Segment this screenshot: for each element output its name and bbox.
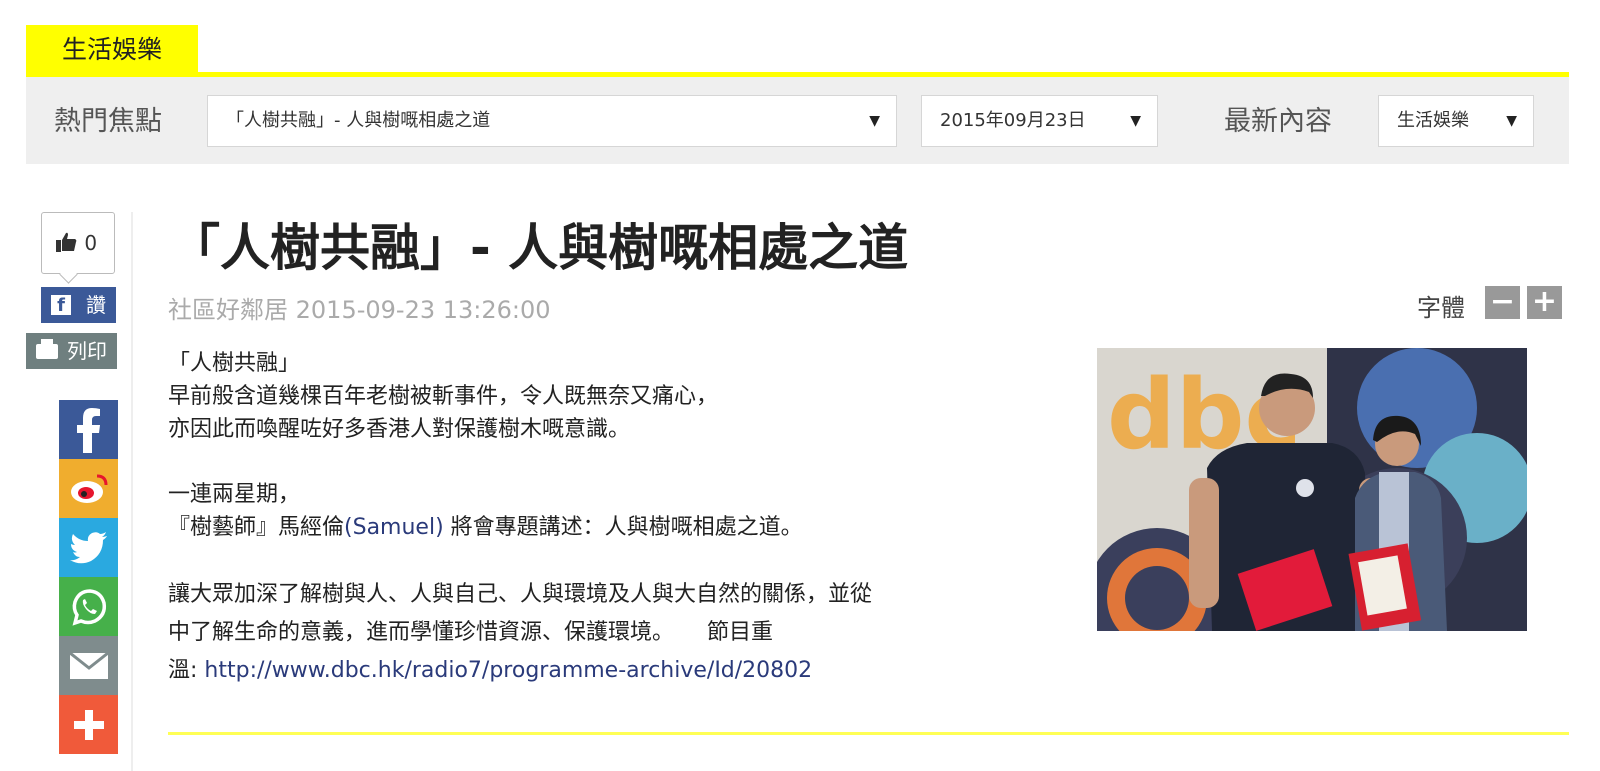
category-select-value: 生活娛樂 (1397, 110, 1469, 131)
printer-icon (36, 339, 58, 359)
sidebar-divider (131, 212, 133, 771)
font-decrease-button[interactable]: − (1485, 286, 1520, 319)
dropdown-arrow-icon: ▼ (869, 113, 880, 129)
share-facebook-button[interactable] (59, 400, 118, 459)
hot-topics-label: 熱門焦點 (54, 106, 162, 137)
article-meta: 社區好鄰居 2015-09-23 13:26:00 (168, 290, 551, 325)
article-photo: dbc (1097, 348, 1527, 631)
dropdown-arrow-icon: ▼ (1506, 113, 1517, 129)
print-label: 列印 (67, 339, 107, 363)
share-weibo-button[interactable] (59, 459, 118, 518)
date-select-value: 2015年09月23日 (940, 110, 1086, 131)
like-button[interactable]: 0 (41, 212, 115, 274)
article-paragraph-2: 一連兩星期， 『樹藝師』馬經倫(Samuel) 將會專題講述：人與樹嘅相處之道。 (168, 482, 803, 540)
weibo-icon (70, 474, 107, 503)
article-bottom-divider (168, 732, 1569, 735)
like-count: 0 (84, 231, 98, 255)
font-increase-button[interactable]: + (1527, 286, 1562, 319)
font-size-label: 字體 (1417, 294, 1465, 322)
share-more-button[interactable] (59, 695, 118, 754)
photo-illustration: dbc (1097, 348, 1527, 631)
dropdown-arrow-icon: ▼ (1130, 113, 1141, 129)
like-counter: 0 (56, 231, 97, 255)
share-twitter-button[interactable] (59, 518, 118, 577)
article-paragraph-3: 讓大眾加深了解樹與人、人與自己、人與環境及人與大自然的關係，並從 中了解生命的意… (168, 582, 873, 683)
facebook-like-button[interactable]: f 讚 (41, 287, 116, 323)
article-author: 社區好鄰居 (168, 296, 288, 324)
latest-content-label: 最新內容 (1224, 106, 1332, 137)
archive-link[interactable]: http://www.dbc.hk/radio7/programme-archi… (204, 658, 812, 683)
facebook-like-label: 讚 (86, 293, 106, 317)
date-select[interactable]: 2015年09月23日 ▼ (921, 95, 1158, 147)
section-tab[interactable]: 生活娛樂 (26, 25, 198, 73)
article-datetime: 2015-09-23 13:26:00 (295, 296, 551, 324)
plus-icon (73, 709, 104, 740)
share-whatsapp-button[interactable] (59, 577, 118, 636)
filter-bar: 熱門焦點 「人樹共融」- 人與樹嘅相處之道 ▼ 2015年09月23日 ▼ 最新… (26, 77, 1569, 164)
share-email-button[interactable] (59, 636, 118, 695)
facebook-icon (76, 407, 100, 453)
whatsapp-icon (72, 588, 106, 626)
topic-select[interactable]: 「人樹共融」- 人與樹嘅相處之道 ▼ (207, 95, 897, 147)
email-icon (69, 652, 108, 679)
article-paragraph-1: 「人樹共融」 早前般含道幾棵百年老樹被斬事件，令人既無奈又痛心， 亦因此而喚醒咗… (168, 351, 719, 442)
twitter-icon (69, 531, 107, 563)
topic-select-value: 「人樹共融」- 人與樹嘅相處之道 (226, 110, 491, 131)
print-button[interactable]: 列印 (26, 333, 117, 369)
category-select[interactable]: 生活娛樂 ▼ (1378, 95, 1534, 147)
article-title: 「人樹共融」- 人與樹嘅相處之道 (170, 219, 909, 277)
facebook-icon: f (51, 295, 71, 316)
thumbs-up-icon (56, 232, 77, 252)
